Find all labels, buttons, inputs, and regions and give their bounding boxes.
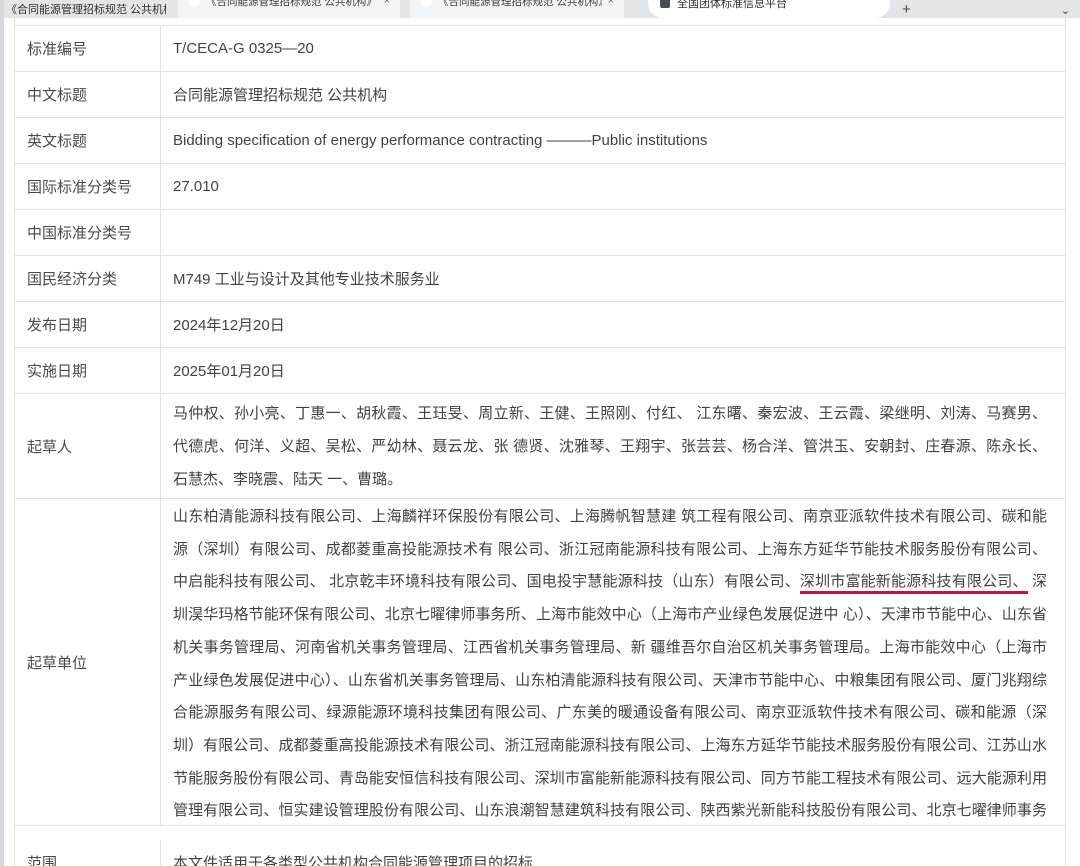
chevron-down-icon[interactable]: ⌄	[1061, 4, 1070, 17]
search-box-text: 全国团体标准信息平台	[677, 0, 787, 11]
row-label: 起草单位	[15, 499, 161, 825]
row-value: 27.010	[161, 164, 1065, 209]
row-label: 起草人	[15, 394, 161, 498]
row-label: 国民经济分类	[15, 256, 161, 301]
tab-title: 《合同能源管理招标规范 公共机构》	[206, 0, 378, 9]
table-row-scope: 范围 本文件适用于各类型公共机构合同能源管理项目的招标	[15, 826, 1065, 866]
row-label: 中国标准分类号	[15, 210, 161, 255]
row-value	[161, 210, 1065, 255]
table-row-ics-number: 国际标准分类号 27.010	[15, 164, 1065, 210]
row-value: 合同能源管理招标规范 公共机构	[161, 72, 1065, 117]
units-text-after: 深圳淏华玛格节能环保有限公司、北京七曜律师事务所、上海市能效中心（上海市产业绿色…	[173, 573, 1047, 825]
row-value: 山东柏清能源科技有限公司、上海麟祥环保股份有限公司、上海腾帆智慧建 筑工程有限公…	[161, 499, 1065, 825]
tab-title: 《合同能源管理招标规范 公共机构》	[438, 0, 602, 9]
table-row-implement-date: 实施日期 2025年01月20日	[15, 348, 1065, 394]
row-value: 马仲权、孙小亮、丁惠一、胡秋霞、王珏旻、周立新、王健、王照刚、付红、 江东曙、秦…	[161, 394, 1065, 498]
browser-search-box[interactable]: 全国团体标准信息平台	[648, 0, 890, 18]
browser-tab-2[interactable]: 《合同能源管理招标规范 公共机构》 ×	[410, 0, 624, 18]
row-label: 发布日期	[15, 302, 161, 347]
row-label: 国际标准分类号	[15, 164, 161, 209]
new-tab-button[interactable]: +	[902, 2, 911, 17]
table-row-ccs-number: 中国标准分类号	[15, 210, 1065, 256]
tab-close-icon[interactable]: ×	[608, 0, 614, 7]
table-row-publish-date: 发布日期 2024年12月20日	[15, 302, 1065, 348]
red-underlined-company: 深圳市富能新能源科技有限公司、	[800, 573, 1028, 594]
table-row-english-title: 英文标题 Bidding specification of energy per…	[15, 118, 1065, 164]
row-value: 本文件适用于各类型公共机构合同能源管理项目的招标	[161, 840, 1065, 866]
page: 《合同能源管理招标规范 公共机构》 《合同能源管理招标规范 公共机构》 × 《合…	[0, 0, 1080, 866]
tab-strip-inner: 《合同能源管理招标规范 公共机构》 × 《合同能源管理招标规范 公共机构》 × …	[0, 0, 1080, 18]
row-label: 实施日期	[15, 348, 161, 393]
window-left-edge	[0, 0, 4, 866]
row-value: T/CECA-G 0325—20	[161, 26, 1065, 71]
table-row-economy-class: 国民经济分类 M749 工业与设计及其他专业技术服务业	[15, 256, 1065, 302]
standard-detail-table: 标准编号 T/CECA-G 0325—20 中文标题 合同能源管理招标规范 公共…	[14, 18, 1066, 866]
row-value: M749 工业与设计及其他专业技术服务业	[161, 256, 1065, 301]
row-label: 英文标题	[15, 118, 161, 163]
tab-close-icon[interactable]: ×	[384, 0, 390, 7]
tab-favicon-icon	[420, 0, 432, 7]
table-row-drafters: 起草人 马仲权、孙小亮、丁惠一、胡秋霞、王珏旻、周立新、王健、王照刚、付红、 江…	[15, 394, 1065, 499]
row-label: 中文标题	[15, 72, 161, 117]
browser-tab-1[interactable]: 《合同能源管理招标规范 公共机构》 ×	[178, 0, 400, 18]
table-row-chinese-title: 中文标题 合同能源管理招标规范 公共机构	[15, 72, 1065, 118]
row-value: 2024年12月20日	[161, 302, 1065, 347]
table-row-clipped	[15, 18, 1065, 26]
row-label: 标准编号	[15, 26, 161, 71]
browser-tab-strip: 《合同能源管理招标规范 公共机构》 《合同能源管理招标规范 公共机构》 × 《合…	[0, 0, 1080, 18]
search-favicon-icon	[660, 0, 670, 8]
tab-favicon-icon	[188, 0, 200, 7]
table-row-drafting-units: 起草单位 山东柏清能源科技有限公司、上海麟祥环保股份有限公司、上海腾帆智慧建 筑…	[15, 499, 1065, 826]
row-value: 2025年01月20日	[161, 348, 1065, 393]
row-label: 范围	[15, 840, 161, 866]
table-row-standard-number: 标准编号 T/CECA-G 0325—20	[15, 26, 1065, 72]
row-value: Bidding specification of energy performa…	[161, 118, 1065, 163]
